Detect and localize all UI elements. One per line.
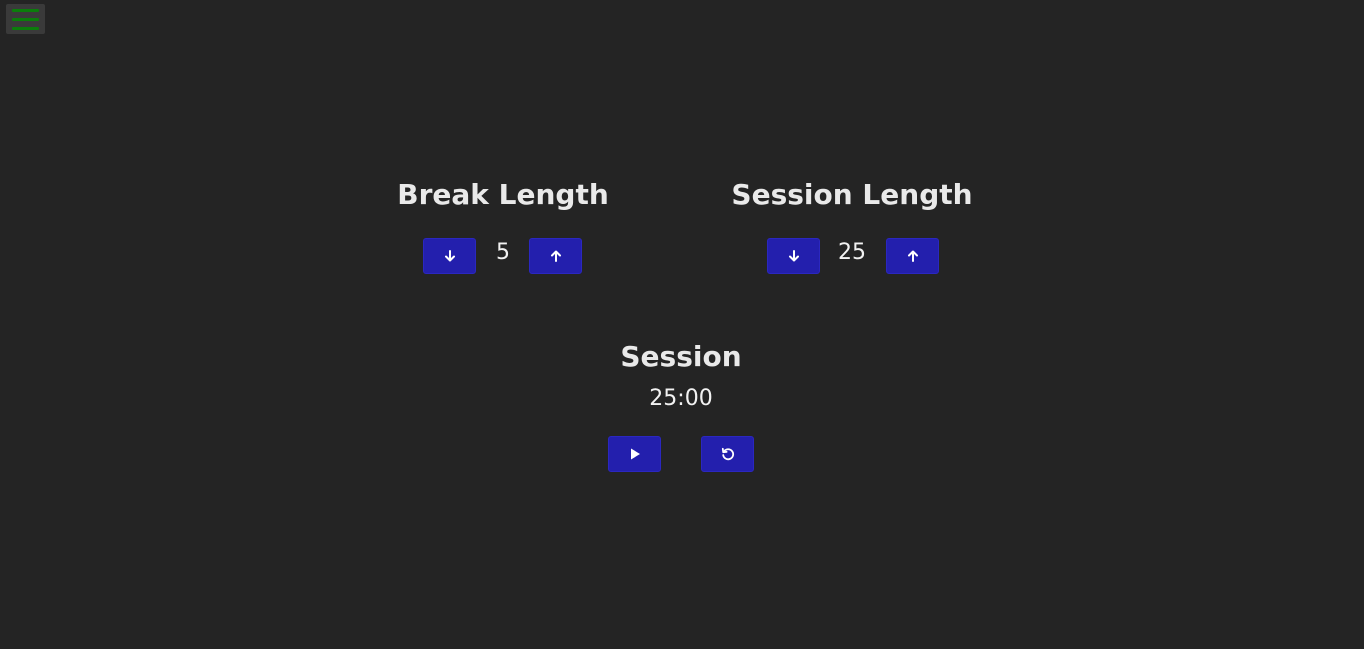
break-length-label: Break Length	[397, 178, 609, 211]
menu-button[interactable]	[6, 4, 45, 34]
session-length-label: Session Length	[731, 178, 973, 211]
break-length-value: 5	[496, 240, 510, 265]
menu-bar	[12, 26, 39, 30]
arrow-up-icon	[550, 250, 561, 262]
play-icon	[630, 448, 640, 460]
session-decrement-button[interactable]	[767, 238, 820, 274]
break-increment-button[interactable]	[529, 238, 582, 274]
start-stop-button[interactable]	[608, 436, 661, 472]
reset-button[interactable]	[701, 436, 754, 472]
arrow-up-icon	[907, 250, 918, 262]
break-decrement-button[interactable]	[423, 238, 476, 274]
menu-bar	[12, 8, 39, 12]
arrow-down-icon	[788, 250, 799, 262]
arrow-down-icon	[444, 250, 455, 262]
session-increment-button[interactable]	[886, 238, 939, 274]
reset-icon	[721, 447, 734, 461]
session-length-value: 25	[838, 240, 866, 265]
time-left: 25:00	[649, 386, 713, 411]
timer-label: Session	[620, 340, 742, 373]
menu-bar	[12, 17, 39, 21]
